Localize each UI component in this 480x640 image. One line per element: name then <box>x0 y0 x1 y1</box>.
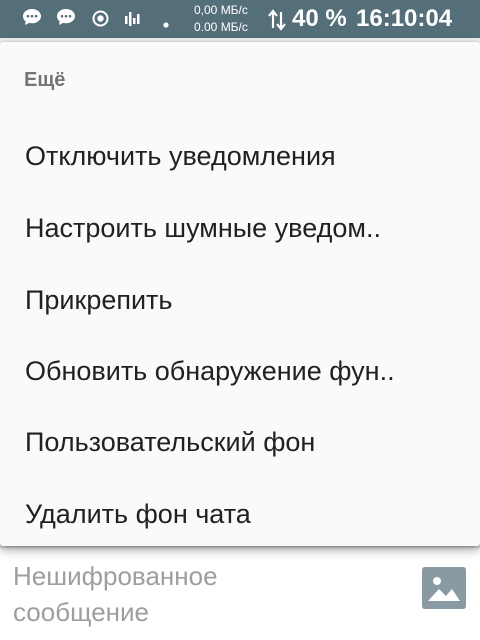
message-input[interactable]: Нешифрованное сообщение <box>13 558 313 630</box>
menu-item-label: Настроить шумные уведом.. <box>25 213 381 243</box>
menu-item-refresh-feature-discovery[interactable]: Обновить обнаружение фун.. <box>0 335 480 407</box>
menu-item-configure-loud-notifications[interactable]: Настроить шумные уведом.. <box>0 192 480 264</box>
overflow-menu: Ещё Отключить уведомления Настроить шумн… <box>0 42 480 546</box>
clock: 16:10:04 <box>356 5 453 32</box>
data-arrows-icon <box>268 8 286 37</box>
radio-target-icon <box>92 10 109 32</box>
menu-item-label: Прикрепить <box>25 285 173 315</box>
menu-item-mute-notifications[interactable]: Отключить уведомления <box>0 120 480 192</box>
download-speed: 0.00 МБ/с <box>194 20 248 34</box>
battery-level: 40 % <box>292 5 347 32</box>
chat-notification-icon <box>22 8 42 31</box>
attach-image-button[interactable] <box>422 567 466 609</box>
menu-item-label: Отключить уведомления <box>25 141 336 171</box>
menu-item-custom-background[interactable]: Пользовательский фон <box>0 406 480 478</box>
image-icon <box>422 567 466 609</box>
status-bar: 0,00 МБ/с 0.00 МБ/с 40 % 16:10:04 <box>0 0 480 38</box>
menu-item-label: Обновить обнаружение фун.. <box>25 356 395 386</box>
screen: 0,00 МБ/с 0.00 МБ/с 40 % 16:10:04 Нешифр… <box>0 0 480 640</box>
menu-item-pin[interactable]: Прикрепить <box>0 264 480 336</box>
dot-icon <box>163 15 169 33</box>
chat-input-area: Нешифрованное сообщение <box>0 548 480 640</box>
menu-item-label: Удалить фон чата <box>25 499 251 529</box>
menu-item-label: Пользовательский фон <box>25 427 316 457</box>
signal-bars-icon <box>125 10 143 33</box>
menu-header: Ещё <box>24 69 66 91</box>
chat-notification-icon <box>56 8 76 31</box>
upload-speed: 0,00 МБ/с <box>194 3 248 17</box>
menu-item-remove-chat-background[interactable]: Удалить фон чата <box>0 478 480 550</box>
